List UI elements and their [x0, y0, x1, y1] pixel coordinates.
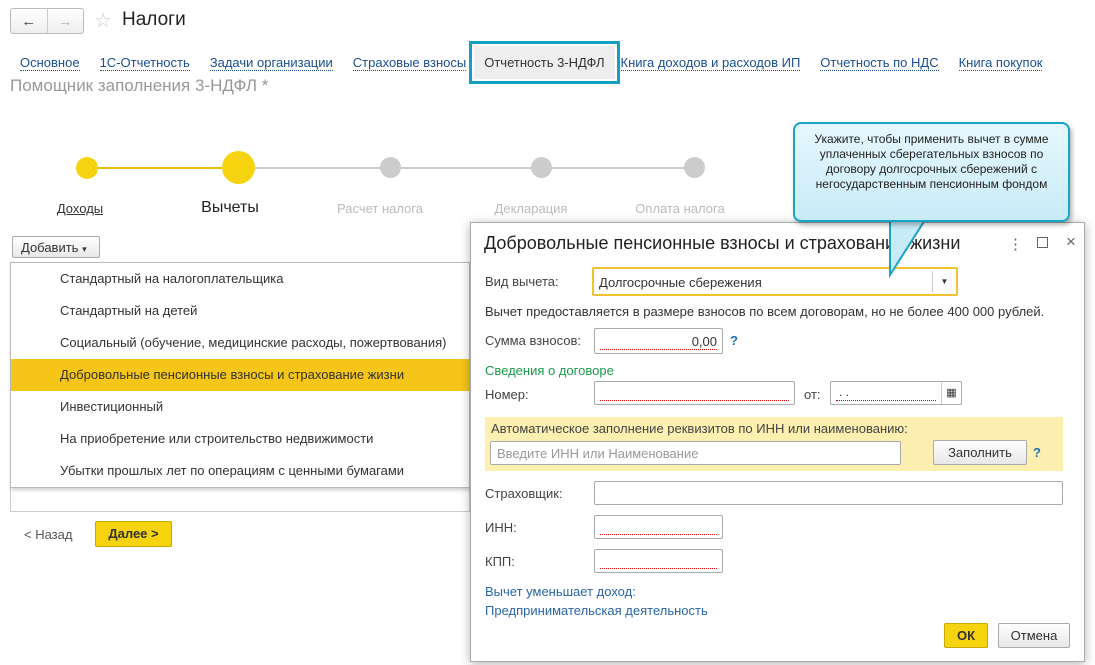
autofill-input[interactable]: Введите ИНН или Наименование: [490, 441, 901, 465]
autofill-placeholder: Введите ИНН или Наименование: [497, 446, 699, 461]
tab-3ndfl[interactable]: Отчетность 3-НДФЛ: [469, 41, 620, 84]
sum-label: Сумма взносов:: [485, 333, 581, 348]
menu-item-selected[interactable]: Добровольные пенсионные взносы и страхов…: [11, 359, 469, 391]
add-button[interactable]: Добавить ▾: [12, 236, 100, 258]
type-label: Вид вычета:: [485, 274, 559, 289]
inn-input[interactable]: [594, 515, 723, 539]
income-type-link[interactable]: Предпринимательская деятельность: [485, 603, 708, 618]
forward-arrow-icon[interactable]: →: [46, 9, 84, 33]
back-arrow-icon[interactable]: ←: [11, 9, 47, 33]
progress-line-todo: [239, 167, 695, 169]
menu-item[interactable]: Убытки прошлых лет по операциям с ценным…: [11, 455, 469, 487]
step-income[interactable]: Доходы: [20, 201, 140, 216]
inn-label: ИНН:: [485, 520, 517, 535]
step-tax-calc: Расчет налога: [336, 201, 424, 216]
number-label: Номер:: [485, 387, 529, 402]
next-button[interactable]: Далее >: [95, 521, 172, 547]
kpp-input[interactable]: [594, 549, 723, 573]
add-button-label: Добавить: [21, 240, 79, 255]
tab-income-book[interactable]: Книга доходов и расходов ИП: [620, 55, 801, 71]
step-payment: Оплата налога: [635, 201, 725, 216]
calendar-icon[interactable]: ▦: [941, 382, 961, 404]
maximize-icon[interactable]: [1037, 237, 1048, 248]
autofill-panel: Автоматическое заполнение реквизитов по …: [485, 417, 1063, 471]
deduction-dialog: Добровольные пенсионные взносы и страхов…: [470, 222, 1085, 662]
add-menu: Стандартный на налогоплательщика Стандар…: [10, 262, 470, 488]
step-dot-current: [222, 151, 255, 184]
back-button[interactable]: < Назад: [24, 527, 72, 542]
autofill-label: Автоматическое заполнение реквизитов по …: [491, 421, 908, 436]
star-icon[interactable]: ☆: [94, 8, 112, 33]
history-nav: ← →: [10, 8, 84, 34]
step-dot: [380, 157, 401, 178]
menu-item[interactable]: На приобретение или строительство недвиж…: [11, 423, 469, 455]
fill-button[interactable]: Заполнить: [933, 440, 1027, 465]
tab-purchase-book[interactable]: Книга покупок: [958, 55, 1043, 71]
tab-main[interactable]: Основное: [20, 55, 80, 71]
kpp-label: КПП:: [485, 554, 515, 569]
menu-item[interactable]: Социальный (обучение, медицинские расход…: [11, 327, 469, 359]
help-icon[interactable]: ?: [1033, 445, 1041, 460]
sum-value: 0,00: [691, 334, 717, 349]
form-subtitle: Помощник заполнения 3-НДФЛ *: [10, 76, 269, 95]
menu-item[interactable]: Инвестиционный: [11, 391, 469, 423]
step-dot: [76, 157, 98, 179]
type-value: Долгосрочные сбережения: [599, 275, 762, 290]
help-icon[interactable]: ?: [730, 333, 738, 348]
tab-vat[interactable]: Отчетность по НДС: [820, 55, 939, 71]
hint-callout: Укажите, чтобы применить вычет в сумме у…: [793, 122, 1070, 222]
tab-insurance[interactable]: Страховые взносы: [352, 55, 467, 71]
page-title: Налоги: [122, 9, 186, 30]
date-input[interactable]: . . ▦: [830, 381, 962, 405]
step-dot: [531, 157, 552, 178]
date-label: от:: [804, 387, 821, 402]
step-deductions: Вычеты: [201, 199, 259, 216]
tab-1c-reporting[interactable]: 1С-Отчетность: [99, 55, 190, 71]
close-icon[interactable]: ×: [1066, 232, 1076, 252]
menu-item[interactable]: Стандартный на налогоплательщика: [11, 263, 469, 295]
step-declaration: Декларация: [494, 201, 568, 216]
cancel-button[interactable]: Отмена: [998, 623, 1070, 648]
ok-button[interactable]: ОК: [944, 623, 988, 648]
progress-line-done: [87, 167, 239, 169]
reduces-label: Вычет уменьшает доход:: [485, 584, 636, 599]
dropdown-arrow-icon: ▾: [82, 244, 87, 254]
number-input[interactable]: [594, 381, 795, 405]
limit-note: Вычет предоставляется в размере взносов …: [485, 304, 1045, 319]
contract-header: Сведения о договоре: [485, 363, 614, 378]
more-icon[interactable]: ⋮: [1008, 235, 1023, 253]
sum-input[interactable]: 0,00: [594, 328, 723, 354]
insurer-input[interactable]: [594, 481, 1063, 505]
step-dot: [684, 157, 705, 178]
menu-item[interactable]: Стандартный на детей: [11, 295, 469, 327]
tab-tasks[interactable]: Задачи организации: [209, 55, 333, 71]
insurer-label: Страховщик:: [485, 486, 563, 501]
section-tabs: Основное 1С-Отчетность Задачи организаци…: [20, 41, 1062, 84]
date-value: . .: [839, 385, 850, 399]
